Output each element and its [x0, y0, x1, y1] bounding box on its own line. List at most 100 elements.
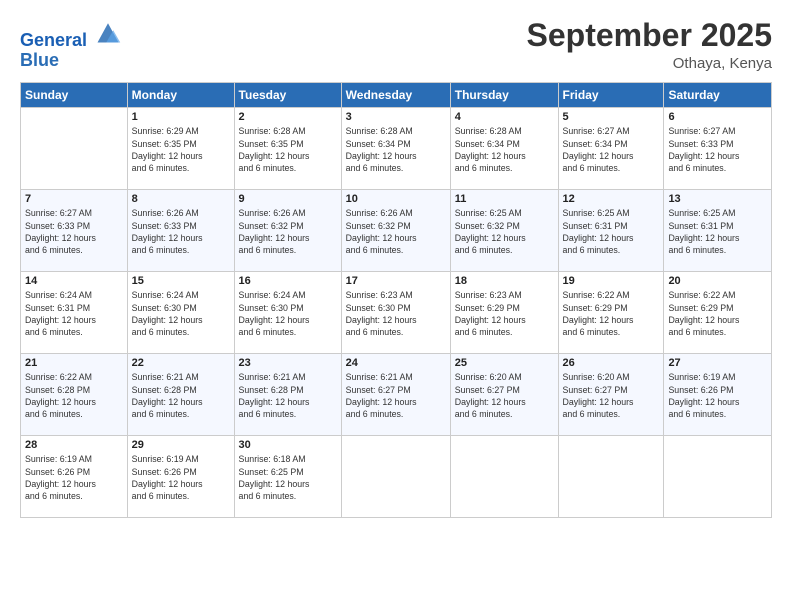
day-info: Sunrise: 6:23 AMSunset: 6:29 PMDaylight:…: [455, 289, 554, 338]
day-info: Sunrise: 6:24 AMSunset: 6:30 PMDaylight:…: [239, 289, 337, 338]
day-number: 17: [346, 275, 446, 287]
calendar-week-4: 21 Sunrise: 6:22 AMSunset: 6:28 PMDayligh…: [21, 354, 772, 436]
day-number: 1: [132, 111, 230, 123]
day-number: 28: [25, 439, 123, 451]
day-info: Sunrise: 6:19 AMSunset: 6:26 PMDaylight:…: [668, 371, 767, 420]
calendar-cell: 25Sunrise: 6:20 AMSunset: 6:27 PMDayligh…: [450, 354, 558, 436]
logo-blue: Blue: [20, 51, 122, 71]
day-info: Sunrise: 6:19 AMSunset: 6:26 PMDaylight:…: [25, 453, 123, 502]
calendar-cell: 10 Sunrise: 6:26 AMSunset: 6:32 PMDayligh…: [341, 190, 450, 272]
day-number: 3: [346, 111, 446, 123]
calendar-cell: [664, 436, 772, 518]
calendar-cell: 27 Sunrise: 6:19 AMSunset: 6:26 PMDayligh…: [664, 354, 772, 436]
day-info: Sunrise: 6:22 AMSunset: 6:29 PMDaylight:…: [563, 289, 660, 338]
day-number: 10: [346, 193, 446, 205]
day-number: 15: [132, 275, 230, 287]
day-info: Sunrise: 6:27 AMSunset: 6:34 PMDaylight:…: [563, 125, 660, 174]
calendar-cell: 15 Sunrise: 6:24 AMSunset: 6:30 PMDayligh…: [127, 272, 234, 354]
day-number: 14: [25, 275, 123, 287]
calendar-cell: 9 Sunrise: 6:26 AMSunset: 6:32 PMDaylight…: [234, 190, 341, 272]
month-title: September 2025: [527, 18, 772, 53]
day-info: Sunrise: 6:25 AMSunset: 6:31 PMDaylight:…: [563, 207, 660, 256]
calendar-cell: 13 Sunrise: 6:25 AMSunset: 6:31 PMDayligh…: [664, 190, 772, 272]
calendar-week-1: 1 Sunrise: 6:29 AMSunset: 6:35 PMDaylight…: [21, 108, 772, 190]
logo-general: General: [20, 30, 87, 50]
day-info: Sunrise: 6:24 AMSunset: 6:31 PMDaylight:…: [25, 289, 123, 338]
day-number: 20: [668, 275, 767, 287]
calendar-cell: [341, 436, 450, 518]
day-number: 21: [25, 357, 123, 369]
calendar-cell: 6Sunrise: 6:27 AMSunset: 6:33 PMDaylight…: [664, 108, 772, 190]
day-number: 4: [455, 111, 554, 123]
day-info: Sunrise: 6:28 AMSunset: 6:35 PMDaylight:…: [239, 125, 337, 174]
day-number: 12: [563, 193, 660, 205]
header-wednesday: Wednesday: [341, 83, 450, 108]
calendar-cell: 2 Sunrise: 6:28 AMSunset: 6:35 PMDaylight…: [234, 108, 341, 190]
day-info: Sunrise: 6:23 AMSunset: 6:30 PMDaylight:…: [346, 289, 446, 338]
calendar-cell: 4 Sunrise: 6:28 AMSunset: 6:34 PMDaylight…: [450, 108, 558, 190]
day-info: Sunrise: 6:22 AMSunset: 6:29 PMDaylight:…: [668, 289, 767, 338]
day-info: Sunrise: 6:22 AMSunset: 6:28 PMDaylight:…: [25, 371, 123, 420]
calendar-cell: 7 Sunrise: 6:27 AMSunset: 6:33 PMDaylight…: [21, 190, 128, 272]
day-number: 19: [563, 275, 660, 287]
day-info: Sunrise: 6:28 AMSunset: 6:34 PMDaylight:…: [455, 125, 554, 174]
calendar-cell: 30Sunrise: 6:18 AMSunset: 6:25 PMDayligh…: [234, 436, 341, 518]
day-info: Sunrise: 6:26 AMSunset: 6:32 PMDaylight:…: [239, 207, 337, 256]
day-info: Sunrise: 6:18 AMSunset: 6:25 PMDaylight:…: [239, 453, 337, 502]
day-info: Sunrise: 6:27 AMSunset: 6:33 PMDaylight:…: [25, 207, 123, 256]
day-number: 22: [132, 357, 230, 369]
day-number: 11: [455, 193, 554, 205]
day-number: 2: [239, 111, 337, 123]
day-number: 23: [239, 357, 337, 369]
calendar-cell: 17 Sunrise: 6:23 AMSunset: 6:30 PMDayligh…: [341, 272, 450, 354]
calendar-cell: [21, 108, 128, 190]
calendar-cell: 23Sunrise: 6:21 AMSunset: 6:28 PMDayligh…: [234, 354, 341, 436]
calendar-cell: 29 Sunrise: 6:19 AMSunset: 6:26 PMDayligh…: [127, 436, 234, 518]
calendar-table: Sunday Monday Tuesday Wednesday Thursday…: [20, 82, 772, 518]
calendar-cell: 5 Sunrise: 6:27 AMSunset: 6:34 PMDaylight…: [558, 108, 664, 190]
calendar-cell: 3Sunrise: 6:28 AMSunset: 6:34 PMDaylight…: [341, 108, 450, 190]
day-info: Sunrise: 6:21 AMSunset: 6:28 PMDaylight:…: [132, 371, 230, 420]
calendar-cell: 26 Sunrise: 6:20 AMSunset: 6:27 PMDayligh…: [558, 354, 664, 436]
logo-text: General: [20, 18, 122, 51]
day-number: 8: [132, 193, 230, 205]
calendar-cell: 1 Sunrise: 6:29 AMSunset: 6:35 PMDaylight…: [127, 108, 234, 190]
day-number: 24: [346, 357, 446, 369]
day-number: 29: [132, 439, 230, 451]
day-info: Sunrise: 6:20 AMSunset: 6:27 PMDaylight:…: [563, 371, 660, 420]
day-info: Sunrise: 6:21 AMSunset: 6:27 PMDaylight:…: [346, 371, 446, 420]
day-number: 5: [563, 111, 660, 123]
header-friday: Friday: [558, 83, 664, 108]
day-info: Sunrise: 6:26 AMSunset: 6:32 PMDaylight:…: [346, 207, 446, 256]
calendar-cell: 21 Sunrise: 6:22 AMSunset: 6:28 PMDayligh…: [21, 354, 128, 436]
calendar-cell: 28 Sunrise: 6:19 AMSunset: 6:26 PMDayligh…: [21, 436, 128, 518]
day-info: Sunrise: 6:24 AMSunset: 6:30 PMDaylight:…: [132, 289, 230, 338]
day-number: 13: [668, 193, 767, 205]
day-info: Sunrise: 6:25 AMSunset: 6:31 PMDaylight:…: [668, 207, 767, 256]
calendar-cell: 16 Sunrise: 6:24 AMSunset: 6:30 PMDayligh…: [234, 272, 341, 354]
calendar-header-row: Sunday Monday Tuesday Wednesday Thursday…: [21, 83, 772, 108]
calendar-cell: 20 Sunrise: 6:22 AMSunset: 6:29 PMDayligh…: [664, 272, 772, 354]
day-info: Sunrise: 6:20 AMSunset: 6:27 PMDaylight:…: [455, 371, 554, 420]
calendar-week-2: 7 Sunrise: 6:27 AMSunset: 6:33 PMDaylight…: [21, 190, 772, 272]
day-number: 16: [239, 275, 337, 287]
calendar-cell: 24 Sunrise: 6:21 AMSunset: 6:27 PMDayligh…: [341, 354, 450, 436]
day-number: 27: [668, 357, 767, 369]
header-saturday: Saturday: [664, 83, 772, 108]
day-info: Sunrise: 6:26 AMSunset: 6:33 PMDaylight:…: [132, 207, 230, 256]
day-number: 9: [239, 193, 337, 205]
title-block: September 2025 Othaya, Kenya: [527, 18, 772, 72]
header-sunday: Sunday: [21, 83, 128, 108]
day-info: Sunrise: 6:19 AMSunset: 6:26 PMDaylight:…: [132, 453, 230, 502]
page: General Blue September 2025 Othaya, Keny…: [0, 0, 792, 612]
header-thursday: Thursday: [450, 83, 558, 108]
day-number: 26: [563, 357, 660, 369]
calendar-week-3: 14 Sunrise: 6:24 AMSunset: 6:31 PMDayligh…: [21, 272, 772, 354]
day-number: 7: [25, 193, 123, 205]
logo: General Blue: [20, 18, 122, 71]
calendar-cell: 18Sunrise: 6:23 AMSunset: 6:29 PMDayligh…: [450, 272, 558, 354]
day-info: Sunrise: 6:27 AMSunset: 6:33 PMDaylight:…: [668, 125, 767, 174]
day-info: Sunrise: 6:29 AMSunset: 6:35 PMDaylight:…: [132, 125, 230, 174]
header-monday: Monday: [127, 83, 234, 108]
location: Othaya, Kenya: [527, 55, 772, 72]
